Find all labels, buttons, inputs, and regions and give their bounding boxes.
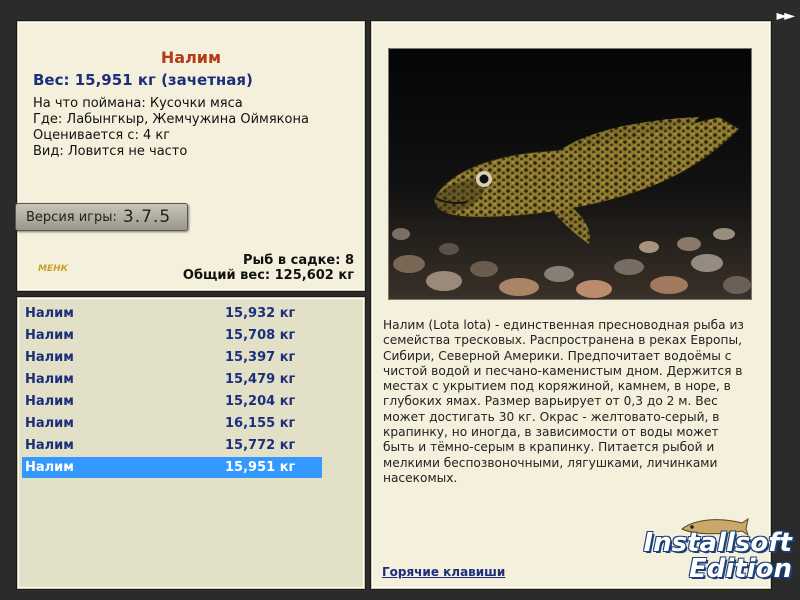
list-item[interactable]: Налим 15,479 кг — [22, 369, 322, 390]
list-item-weight: 15,479 кг — [225, 372, 296, 387]
list-item-name: Налим — [25, 438, 74, 453]
developer-logo: МЕНК — [38, 264, 68, 274]
list-item-weight: 15,772 кг — [225, 438, 296, 453]
rarity-info: Вид: Ловится не часто — [33, 144, 188, 159]
list-item[interactable]: Налим 15,932 кг — [22, 303, 322, 324]
fish-info-panel: Налим Вес: 15,951 кг (зачетная) На что п… — [15, 21, 365, 291]
list-item[interactable]: Налим 15,397 кг — [22, 347, 322, 368]
fish-in-net-count: Рыб в садке: 8 — [242, 253, 354, 268]
fish-photo — [388, 48, 752, 300]
list-item-name: Налим — [25, 350, 74, 365]
list-item-weight: 15,397 кг — [225, 350, 296, 365]
list-item-weight: 15,951 кг — [225, 460, 296, 475]
game-version-badge: Версия игры: 3.7.5 — [15, 203, 188, 231]
list-item[interactable]: Налим 15,772 кг — [22, 435, 322, 456]
brand-watermark: Installsoft Edition — [643, 530, 792, 582]
location-info: Где: Лабынгкыр, Жемчужина Оймякона — [33, 112, 309, 127]
list-item-weight: 15,708 кг — [225, 328, 296, 343]
list-item-weight: 15,204 кг — [225, 394, 296, 409]
fish-description: Налим (Lota lota) - единственная преснов… — [383, 318, 744, 485]
list-item-name: Налим — [25, 460, 74, 475]
burbot-image-icon — [389, 49, 751, 299]
fish-name: Налим — [160, 48, 222, 67]
bait-info: На что поймана: Кусочки мяса — [33, 96, 243, 111]
list-item-name: Налим — [25, 394, 74, 409]
value-info: Оценивается с: 4 кг — [33, 128, 171, 143]
version-label: Версия игры: — [26, 209, 117, 225]
list-item-weight: 15,932 кг — [225, 306, 296, 321]
catch-list: Налим 15,932 кг Налим 15,708 кг Налим 15… — [17, 297, 365, 589]
hotkeys-link[interactable]: Горячие клавиши — [382, 565, 505, 579]
list-item-name: Налим — [25, 328, 74, 343]
brand-line2: Edition — [689, 554, 792, 584]
version-number: 3.7.5 — [122, 207, 172, 227]
list-item[interactable]: Налим 16,155 кг — [22, 413, 322, 434]
forward-arrows-icon[interactable]: ►► — [776, 8, 794, 24]
fish-weight: Вес: 15,951 кг (зачетная) — [33, 71, 253, 89]
fish-description-panel: Налим (Lota lota) - единственная преснов… — [371, 21, 771, 589]
list-item-weight: 16,155 кг — [225, 416, 296, 431]
list-item[interactable]: Налим 15,204 кг — [22, 391, 322, 412]
list-item-name: Налим — [25, 306, 74, 321]
list-item-selected[interactable]: Налим 15,951 кг — [22, 457, 322, 478]
brand-line1: Installsoft — [643, 528, 792, 558]
list-item[interactable]: Налим 15,708 кг — [22, 325, 322, 346]
list-item-name: Налим — [25, 372, 74, 387]
list-item-name: Налим — [25, 416, 74, 431]
total-weight: Общий вес: 125,602 кг — [182, 268, 354, 283]
